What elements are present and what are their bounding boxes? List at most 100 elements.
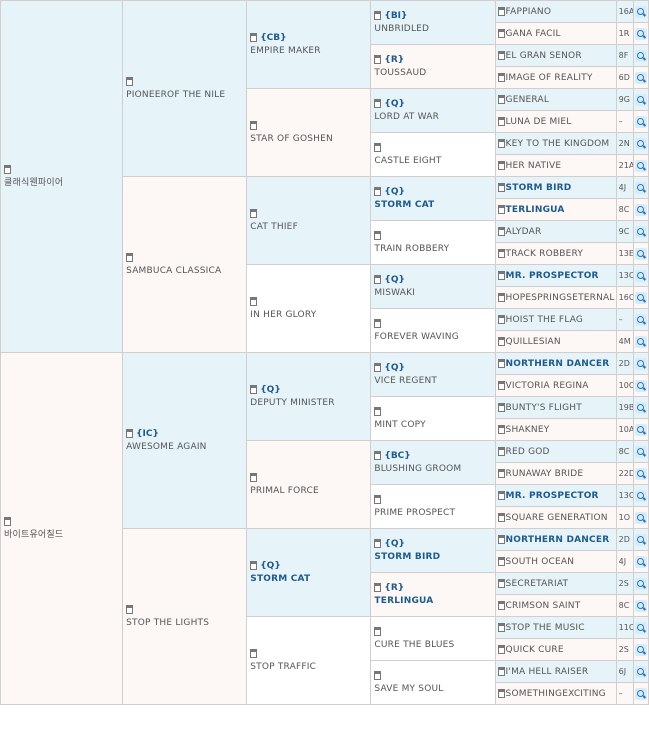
document-icon[interactable]: [497, 402, 505, 412]
search-button[interactable]: [632, 44, 649, 67]
document-icon[interactable]: [374, 98, 382, 108]
search-button[interactable]: [632, 132, 649, 155]
horse-name-link[interactable]: STOP THE LIGHTS: [126, 617, 243, 630]
horse-name-link[interactable]: MISWAKI: [374, 287, 491, 300]
horse-name-link[interactable]: GENERAL: [506, 95, 550, 105]
document-icon[interactable]: [497, 358, 505, 368]
document-icon[interactable]: [374, 670, 382, 680]
document-icon[interactable]: [126, 604, 134, 614]
horse-name-link[interactable]: PRIMAL FORCE: [250, 485, 367, 498]
search-button[interactable]: [632, 638, 649, 661]
document-icon[interactable]: [497, 6, 505, 16]
horse-name-link[interactable]: MR. PROSPECTOR: [506, 271, 599, 281]
horse-name-link[interactable]: CURE THE BLUES: [374, 639, 491, 652]
document-icon[interactable]: [497, 644, 505, 654]
document-icon[interactable]: [250, 208, 258, 218]
horse-name-link[interactable]: STORM BIRD: [374, 551, 491, 564]
document-icon[interactable]: [374, 582, 382, 592]
document-icon[interactable]: [497, 534, 505, 544]
search-button[interactable]: [632, 506, 649, 529]
document-icon[interactable]: [497, 578, 505, 588]
document-icon[interactable]: [4, 164, 11, 174]
search-button[interactable]: [632, 286, 649, 309]
horse-name-link[interactable]: SECRETARIAT: [506, 579, 569, 589]
horse-name-link[interactable]: CRIMSON SAINT: [506, 601, 581, 611]
horse-name-link[interactable]: NORTHERN DANCER: [506, 359, 610, 369]
search-button[interactable]: [632, 374, 649, 397]
search-button[interactable]: [632, 660, 649, 683]
search-button[interactable]: [632, 462, 649, 485]
search-button[interactable]: [632, 220, 649, 243]
horse-name-link[interactable]: DEPUTY MINISTER: [250, 397, 367, 410]
search-button[interactable]: [632, 22, 649, 45]
document-icon[interactable]: [374, 186, 382, 196]
horse-name-link[interactable]: TOUSSAUD: [374, 67, 491, 80]
horse-name-link[interactable]: TERLINGUA: [506, 205, 565, 215]
document-icon[interactable]: [497, 292, 505, 302]
document-icon[interactable]: [497, 138, 505, 148]
horse-name-link[interactable]: VICTORIA REGINA: [506, 381, 589, 391]
search-button[interactable]: [632, 484, 649, 507]
horse-name-link[interactable]: VICE REGENT: [374, 375, 491, 388]
document-icon[interactable]: [126, 252, 134, 262]
document-icon[interactable]: [497, 94, 505, 104]
horse-name-link[interactable]: SOMETHINGEXCITING: [506, 689, 606, 699]
search-button[interactable]: [632, 66, 649, 89]
document-icon[interactable]: [497, 160, 505, 170]
horse-name-link[interactable]: RUNAWAY BRIDE: [506, 469, 584, 479]
search-button[interactable]: [632, 616, 649, 639]
horse-name-link[interactable]: TRACK ROBBERY: [506, 249, 584, 259]
horse-name-link[interactable]: AWESOME AGAIN: [126, 441, 243, 454]
document-icon[interactable]: [374, 626, 382, 636]
horse-name-link[interactable]: SOUTH OCEAN: [506, 557, 575, 567]
search-button[interactable]: [632, 110, 649, 133]
document-icon[interactable]: [126, 428, 134, 438]
horse-name-link[interactable]: IMAGE OF REALITY: [506, 73, 593, 83]
horse-name-link[interactable]: STOP TRAFFIC: [250, 661, 367, 674]
document-icon[interactable]: [126, 76, 134, 86]
document-icon[interactable]: [497, 270, 505, 280]
document-icon[interactable]: [374, 274, 382, 284]
document-icon[interactable]: [374, 10, 382, 20]
search-button[interactable]: [632, 572, 649, 595]
horse-name-link[interactable]: EMPIRE MAKER: [250, 45, 367, 58]
search-button[interactable]: [632, 154, 649, 177]
document-icon[interactable]: [497, 666, 505, 676]
document-icon[interactable]: [497, 72, 505, 82]
search-button[interactable]: [632, 264, 649, 287]
document-icon[interactable]: [497, 490, 505, 500]
horse-name-link[interactable]: FOREVER WAVING: [374, 331, 491, 344]
horse-name-link[interactable]: UNBRIDLED: [374, 23, 491, 36]
document-icon[interactable]: [497, 28, 505, 38]
document-icon[interactable]: [497, 446, 505, 456]
document-icon[interactable]: [497, 600, 505, 610]
horse-name-link[interactable]: MR. PROSPECTOR: [506, 491, 599, 501]
horse-name-link[interactable]: 클래식웬파이어: [4, 177, 119, 190]
search-button[interactable]: [632, 0, 649, 23]
search-button[interactable]: [632, 396, 649, 419]
horse-name-link[interactable]: SAMBUCA CLASSICA: [126, 265, 243, 278]
horse-name-link[interactable]: STORM CAT: [250, 573, 367, 586]
horse-name-link[interactable]: LUNA DE MIEL: [506, 117, 572, 127]
horse-name-link[interactable]: NORTHERN DANCER: [506, 535, 610, 545]
horse-name-link[interactable]: FAPPIANO: [506, 7, 552, 17]
horse-name-link[interactable]: MINT COPY: [374, 419, 491, 432]
document-icon[interactable]: [374, 362, 382, 372]
search-button[interactable]: [632, 352, 649, 375]
horse-name-link[interactable]: EL GRAN SENOR: [506, 51, 582, 61]
search-button[interactable]: [632, 528, 649, 551]
horse-name-link[interactable]: QUILLESIAN: [506, 337, 561, 347]
horse-name-link[interactable]: QUICK CURE: [506, 645, 564, 655]
horse-name-link[interactable]: BLUSHING GROOM: [374, 463, 491, 476]
document-icon[interactable]: [250, 472, 258, 482]
document-icon[interactable]: [497, 204, 505, 214]
document-icon[interactable]: [497, 226, 505, 236]
document-icon[interactable]: [374, 406, 382, 416]
search-button[interactable]: [632, 330, 649, 353]
horse-name-link[interactable]: IN HER GLORY: [250, 309, 367, 322]
horse-name-link[interactable]: KEY TO THE KINGDOM: [506, 139, 610, 149]
horse-name-link[interactable]: TRAIN ROBBERY: [374, 243, 491, 256]
document-icon[interactable]: [250, 296, 258, 306]
document-icon[interactable]: [374, 538, 382, 548]
document-icon[interactable]: [374, 494, 382, 504]
